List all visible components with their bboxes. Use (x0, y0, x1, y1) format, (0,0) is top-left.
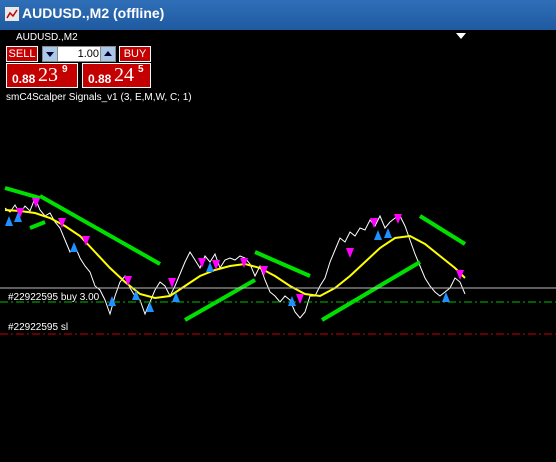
buy-arrow-icon (146, 302, 154, 312)
chart-header: AUDUSD.,M2 (0, 30, 556, 70)
green-band-segment (4, 186, 41, 200)
green-band-segment (184, 278, 256, 322)
buy-arrow-icon (288, 296, 296, 306)
window-title: AUDUSD.,M2 (offline) (22, 5, 165, 21)
buy-arrow-icon (70, 242, 78, 252)
price-chart[interactable] (0, 46, 556, 462)
buy-arrow-icon (5, 216, 13, 226)
green-band-segment (418, 214, 467, 246)
chart-menu-icon[interactable] (456, 33, 466, 39)
sell-arrow-icon (240, 258, 248, 268)
stop-loss-label: #22922595 sl (8, 322, 69, 333)
sell-arrow-icon (394, 214, 402, 224)
window-titlebar: AUDUSD.,M2 (offline) (0, 0, 556, 30)
moving-average-line (4, 209, 466, 300)
green-band-segment (29, 220, 46, 230)
buy-arrow-icon (206, 262, 214, 272)
sell-arrow-icon (346, 248, 354, 258)
green-band-segment (320, 260, 422, 322)
sell-arrow-icon (296, 294, 304, 304)
buy-arrow-icon (374, 230, 382, 240)
buy-arrow-icon (384, 228, 392, 238)
chart-symbol-label: AUDUSD.,M2 (16, 32, 78, 43)
buy-order-label: #22922595 buy 3.00 (8, 292, 100, 303)
buy-arrow-icon (132, 290, 140, 300)
chart-icon (5, 7, 19, 21)
green-band-segment (39, 194, 161, 266)
